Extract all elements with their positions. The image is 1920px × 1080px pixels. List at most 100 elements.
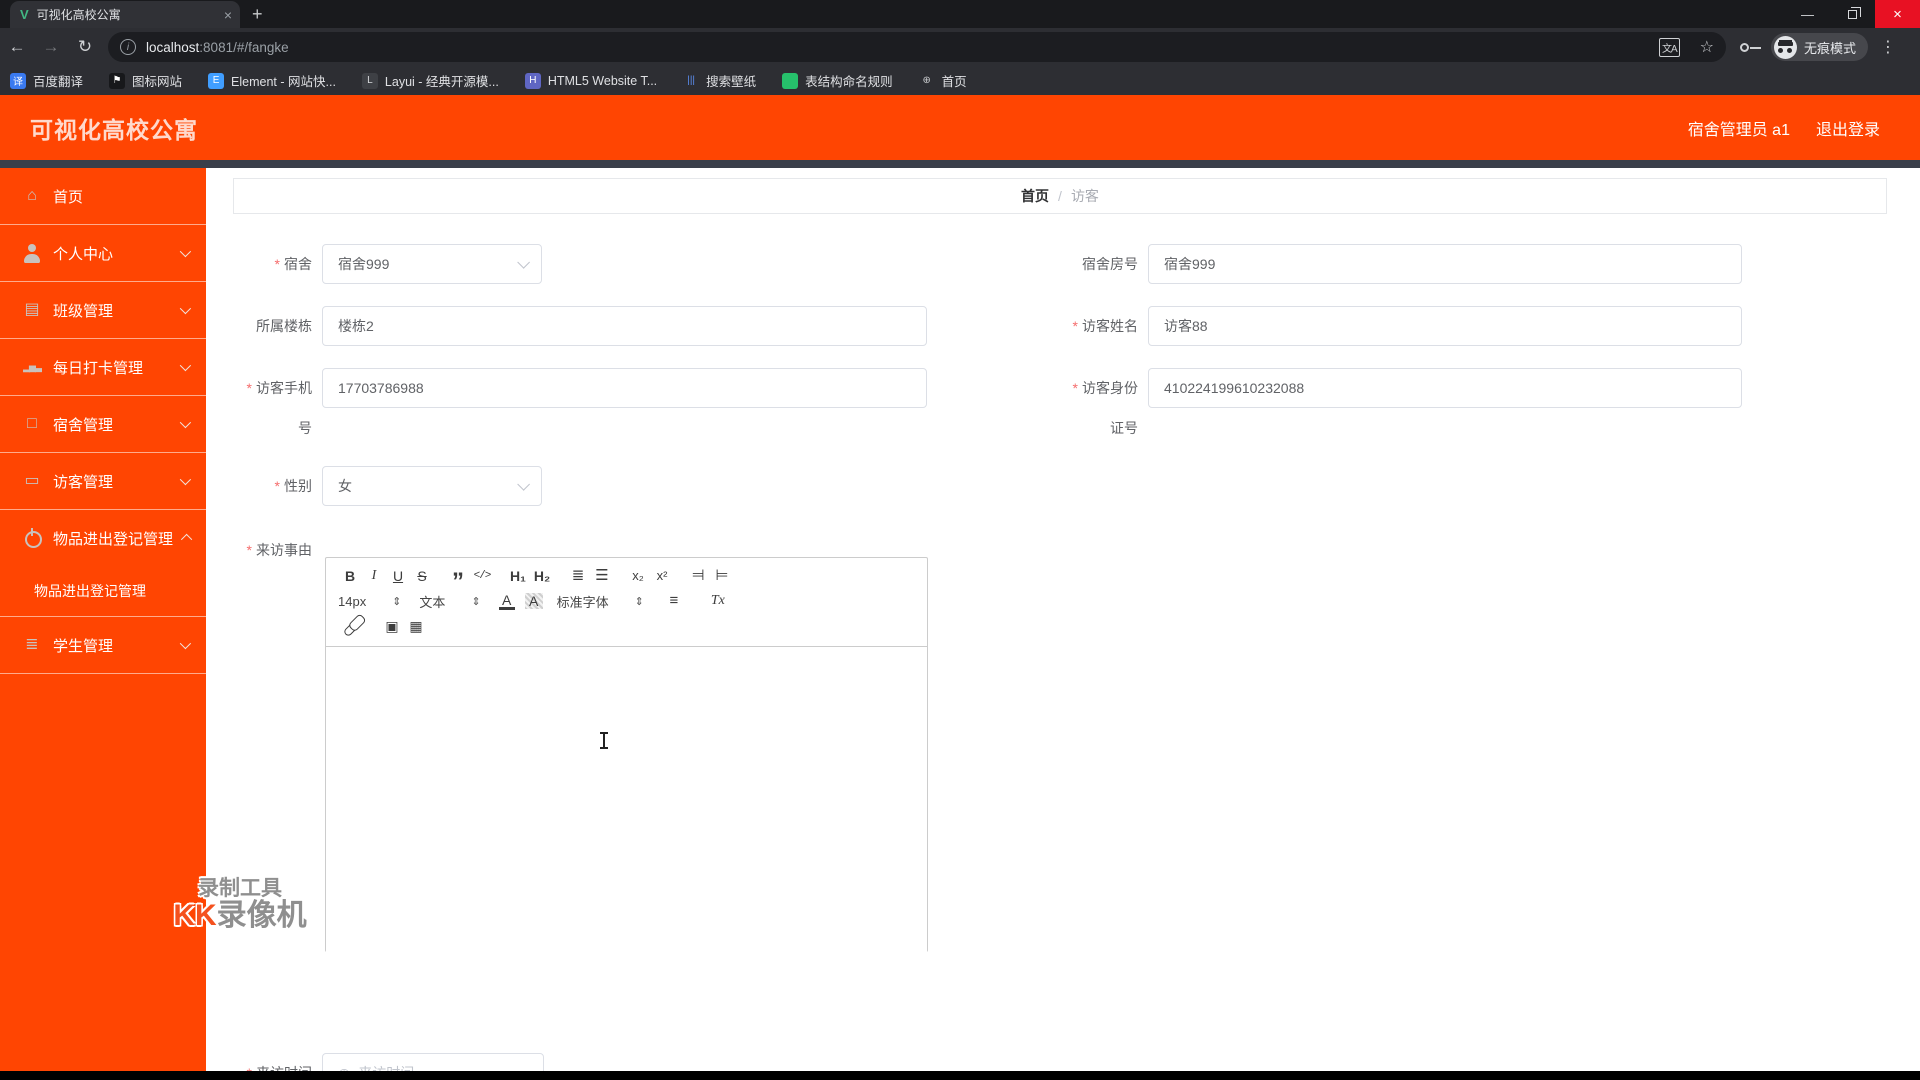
sidebar-menu: ⌂ 首页 个人中心 ▤ 班级管理 ▂▅▃ 每日打卡管理 □ 宿舍管理 ▭ 访客管理 物品进出登记管理物… [0, 168, 206, 1071]
rich-text-editor[interactable]: B I U S ” </> H₁ H₂ ≣ ☰ x₂ x² ⊨ ⊨ 14px ⇕ 文本 ⇕ A A 标准字体 ⇕ ≡ Tx ▣ ▦ [325, 557, 928, 960]
bookmark-item[interactable]: ||| 搜索壁纸 [683, 71, 756, 90]
gender-select-value: 女 [338, 478, 352, 494]
breadcrumb-home[interactable]: 首页 [1021, 186, 1049, 206]
chevron-up-icon [180, 533, 193, 546]
chevron-down-icon [179, 302, 192, 315]
visit-time-label: *来访时间 [234, 1053, 312, 1071]
forward-button[interactable]: → [34, 37, 68, 57]
size-picker[interactable]: 14px ⇕ [338, 594, 401, 609]
sidebar-item-label: 物品进出登记管理 [53, 530, 174, 548]
tab-close-icon[interactable]: × [224, 8, 232, 22]
sidebar-item-label: 学生管理 [53, 637, 114, 655]
bookmark-item[interactable]: 表结构命名规则 [782, 71, 893, 90]
bookmark-label: 搜索壁纸 [706, 75, 757, 89]
site-info-icon[interactable]: i [120, 39, 136, 55]
restore-button[interactable] [1830, 0, 1875, 28]
bookmark-item[interactable]: ⚑ 图标网站 [109, 71, 182, 90]
bookmark-item[interactable]: L Layui - 经典开源模... [361, 71, 499, 90]
superscript-button[interactable]: x² [650, 567, 674, 585]
room-input[interactable]: 宿舍999 [1148, 244, 1742, 284]
blockquote-button[interactable]: ” [446, 570, 470, 594]
incognito-label: 无痕模式 [1804, 40, 1857, 56]
video-button[interactable]: ▦ [404, 617, 428, 635]
list-bullet-button[interactable]: ☰ [590, 567, 614, 585]
sidebar-item-class[interactable]: ▤ 班级管理 [0, 282, 206, 338]
strike-button[interactable]: S [410, 567, 434, 585]
header-shadow-strip [0, 160, 1920, 168]
header1-button[interactable]: H₁ [506, 567, 530, 585]
font-picker[interactable]: 标准字体 ⇕ [557, 592, 644, 611]
sidebar-item-visitor[interactable]: ▭ 访客管理 [0, 453, 206, 509]
browser-tab[interactable]: V 可视化高校公寓 × [10, 1, 240, 28]
minimize-button[interactable]: — [1785, 0, 1830, 28]
visitor-name-input[interactable]: 访客88 [1148, 306, 1742, 346]
bookmark-item[interactable]: ⊕ 首页 [919, 71, 967, 90]
sidebar-item-dorm[interactable]: □ 宿舍管理 [0, 396, 206, 452]
sidebar-item-home[interactable]: ⌂ 首页 [0, 168, 206, 224]
color-a-button[interactable]: A [498, 593, 515, 610]
image-button[interactable]: ▣ [380, 617, 404, 635]
new-tab-button[interactable]: + [252, 4, 263, 28]
reload-button[interactable]: ↻ [68, 37, 102, 57]
size-picker-label: 14px [338, 593, 367, 609]
block-picker[interactable]: 文本 ⇕ [419, 592, 480, 611]
room-label: 宿舍房号 [1082, 256, 1138, 272]
editor-body[interactable] [326, 647, 927, 960]
browser-toolbar: ← → ↻ i localhost:8081/#/fangke 文A ☆ 无痕模… [0, 28, 1920, 66]
bottom-black-bar [0, 1071, 1920, 1080]
phone-input[interactable]: 17703786988 [322, 368, 927, 408]
browser-menu-icon[interactable]: ⋮ [1880, 37, 1896, 57]
bookmark-item[interactable]: E Element - 网站快... [208, 71, 336, 90]
bg-a-button[interactable]: A [524, 593, 543, 609]
close-button[interactable]: × [1875, 0, 1920, 28]
subscript-button[interactable]: x₂ [626, 567, 650, 585]
gender-select[interactable]: 女 [322, 466, 542, 506]
id-card-label: * 访客身份 证号 [1072, 380, 1138, 436]
italic-button[interactable]: I [362, 567, 386, 585]
browser-tab-strip: V 可视化高校公寓 × + — × [0, 0, 1920, 28]
back-button[interactable]: ← [0, 37, 34, 57]
indent-button[interactable]: ⊨ [710, 567, 734, 585]
logout-link[interactable]: 退出登录 [1816, 116, 1880, 140]
chevron-down-icon [179, 473, 192, 486]
bookmark-favicon-icon: ||| [687, 75, 696, 86]
sidebar-subitem[interactable]: 物品进出登记管理 [0, 566, 206, 616]
monitor-icon: ▭ [24, 472, 40, 489]
bookmark-star-icon[interactable]: ☆ [1700, 37, 1714, 57]
header2-button[interactable]: H₂ [530, 567, 554, 585]
current-user[interactable]: 宿舍管理员 a1 [1688, 116, 1790, 140]
power-icon [22, 528, 42, 548]
stepper-arrows-icon: ⇕ [471, 595, 481, 608]
sidebar-item-goods[interactable]: 物品进出登记管理 [0, 510, 206, 566]
address-bar[interactable]: i localhost:8081/#/fangke 文A ☆ [108, 32, 1726, 62]
code-button[interactable]: </> [470, 567, 494, 585]
bookmark-label: 首页 [941, 75, 967, 89]
list-ordered-button[interactable]: ≣ [566, 567, 590, 585]
visitor-name-label: * 访客姓名 [1072, 318, 1138, 334]
align-button[interactable]: ≡ [662, 592, 686, 610]
list-icon: ≣ [25, 636, 39, 653]
underline-button[interactable]: U [386, 567, 410, 585]
bookmark-label: HTML5 Website T... [547, 73, 658, 88]
bookmark-favicon-icon: E [208, 72, 225, 89]
outdent-button[interactable]: ⊨ [686, 567, 710, 585]
clean-button[interactable]: Tx [706, 592, 730, 610]
bookmark-label: 百度翻译 [33, 75, 84, 89]
bookmark-item[interactable]: H HTML5 Website T... [524, 72, 658, 89]
visit-time-input[interactable]: ◷ 来访时间 [322, 1053, 544, 1071]
translate-icon[interactable]: 文A [1658, 37, 1680, 57]
breadcrumb: 首页 / 访客 [233, 178, 1887, 214]
bookmark-favicon-icon: 译 [10, 72, 26, 89]
bookmark-item[interactable]: 译百度翻译 [10, 71, 83, 90]
dorm-select[interactable]: 宿舍999 [322, 244, 542, 284]
sidebar-item-checkin[interactable]: ▂▅▃ 每日打卡管理 [0, 339, 206, 395]
sidebar-item-student[interactable]: ≣ 学生管理 [0, 617, 206, 673]
id-card-input[interactable]: 410224199610232088 [1148, 368, 1742, 408]
building-input[interactable]: 楼栋2 [322, 306, 927, 346]
text-cursor [600, 732, 607, 749]
sidebar-item-profile[interactable]: 个人中心 [0, 225, 206, 281]
url-text[interactable]: localhost:8081/#/fangke [146, 40, 1649, 55]
password-key-icon[interactable] [1740, 42, 1761, 52]
link-button[interactable] [342, 614, 366, 638]
bold-button[interactable]: B [338, 567, 362, 585]
